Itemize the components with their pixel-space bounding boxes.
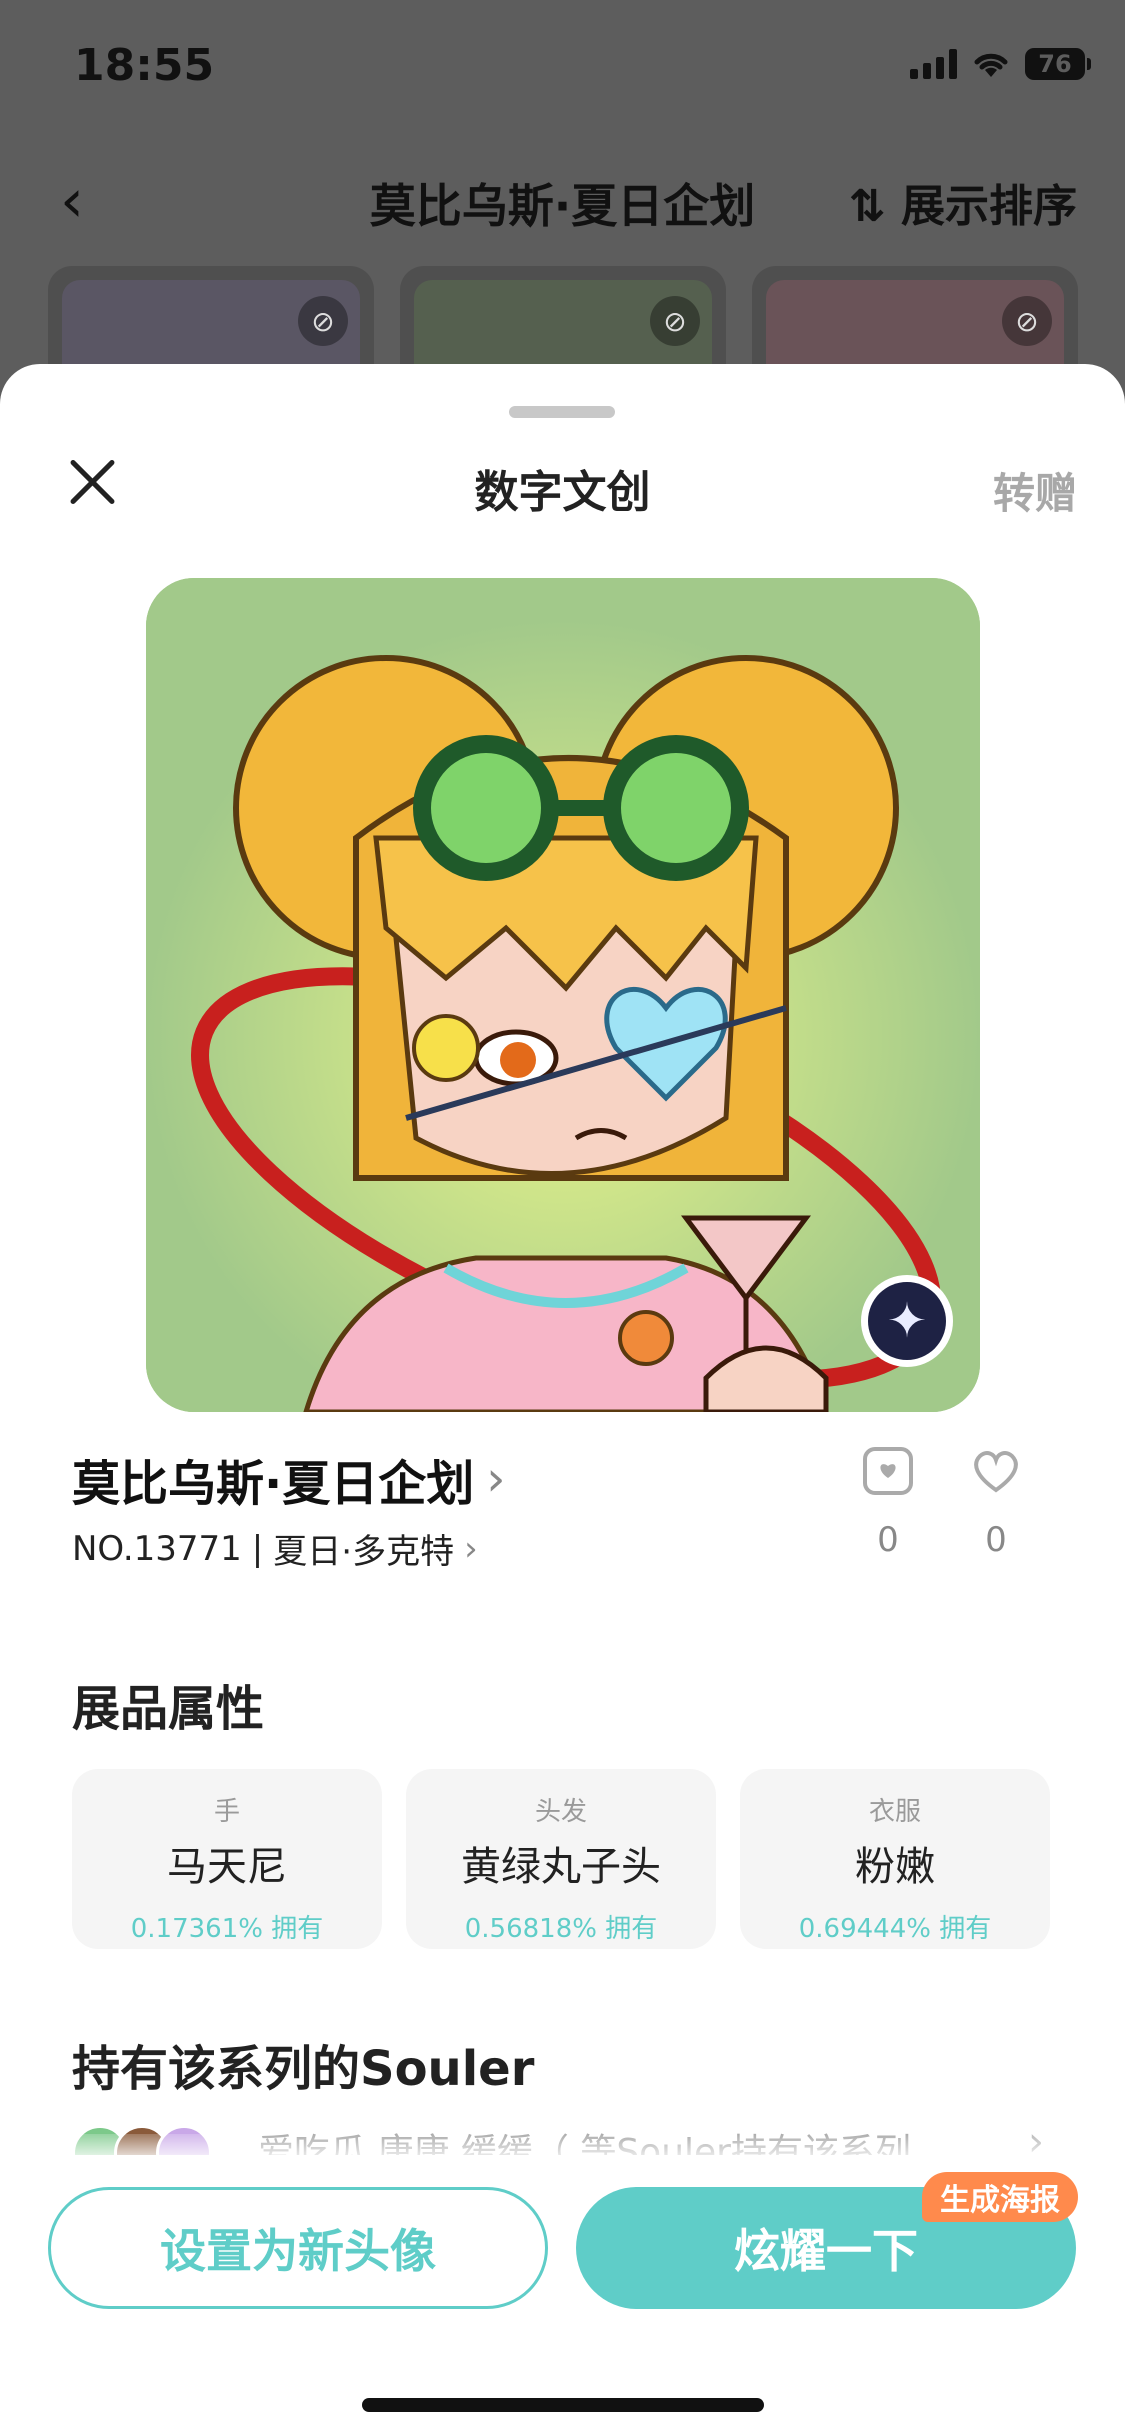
separator: | xyxy=(251,1528,264,1569)
attribute-category: 衣服 xyxy=(868,1797,921,1827)
eye-off-icon[interactable]: ⊘ xyxy=(298,296,348,346)
heart-icon xyxy=(974,1451,1018,1493)
attribute-card[interactable]: 头发 黄绿丸子头 0.56818% 拥有 xyxy=(406,1769,716,1949)
status-bar: 18:55 76 xyxy=(0,0,1125,130)
item-number: NO.13771 xyxy=(72,1528,242,1569)
collect-icon xyxy=(863,1447,913,1495)
artwork-image[interactable]: ✦ xyxy=(146,578,980,1412)
attribute-value: 黄绿丸子头 xyxy=(461,1844,661,1890)
signal-icon xyxy=(910,49,957,79)
attribute-category: 手 xyxy=(213,1797,240,1827)
chevron-right-icon: › xyxy=(464,1528,478,1569)
item-edition-link[interactable]: NO.13771 | 夏日·多克特 › xyxy=(72,1524,478,1573)
scroll-fade xyxy=(0,2134,1125,2164)
like-stat[interactable]: 0 xyxy=(961,1446,1031,1560)
item-name: 莫比乌斯·夏日企划 xyxy=(72,1456,475,1512)
attribute-value: 马天尼 xyxy=(167,1844,287,1890)
item-edition: 夏日·多克特 xyxy=(273,1532,455,1572)
battery-icon: 76 xyxy=(1025,48,1091,80)
sort-button[interactable]: ⇅ 展示排序 xyxy=(849,170,1077,234)
attribute-rarity: 0.17361% 拥有 xyxy=(130,1914,324,1944)
attribute-rarity: 0.69444% 拥有 xyxy=(798,1914,992,1944)
transfer-button[interactable]: 转赠 xyxy=(993,460,1077,521)
eye-off-icon[interactable]: ⊘ xyxy=(1002,296,1052,346)
wifi-icon xyxy=(974,53,1008,77)
collect-stat[interactable]: 0 xyxy=(853,1446,923,1560)
sort-icon: ⇅ xyxy=(848,181,886,232)
collect-count: 0 xyxy=(877,1520,899,1560)
poster-tag[interactable]: 生成海报 xyxy=(922,2172,1078,2222)
status-time: 18:55 xyxy=(74,40,215,91)
detail-sheet: 数字文创 转赠 ✦ 莫比乌斯·夏日企划 › NO.13771 | 夏日·多克特 … xyxy=(0,364,1125,2436)
attribute-value: 粉嫩 xyxy=(855,1844,935,1890)
sheet-title: 数字文创 xyxy=(474,467,651,518)
sort-label: 展示排序 xyxy=(901,181,1077,232)
background-header: ‹ 莫比乌斯·夏日企划 ⇅ 展示排序 xyxy=(0,150,1125,250)
attribute-card[interactable]: 手 马天尼 0.17361% 拥有 xyxy=(72,1769,382,1949)
home-indicator[interactable] xyxy=(362,2398,764,2412)
star-badge-icon[interactable]: ✦ xyxy=(861,1275,953,1367)
item-name-link[interactable]: 莫比乌斯·夏日企划 › xyxy=(72,1444,505,1514)
attribute-list: 手 马天尼 0.17361% 拥有 头发 黄绿丸子头 0.56818% 拥有 衣… xyxy=(72,1769,1050,1949)
sheet-grabber[interactable] xyxy=(509,406,615,418)
attributes-heading: 展品属性 xyxy=(72,1681,265,1737)
set-avatar-button[interactable]: 设置为新头像 xyxy=(48,2187,548,2309)
chevron-right-icon: › xyxy=(486,1451,506,1507)
like-count: 0 xyxy=(985,1520,1007,1560)
attribute-category: 头发 xyxy=(534,1797,587,1827)
eye-off-icon[interactable]: ⊘ xyxy=(650,296,700,346)
holders-heading: 持有该系列的Souler xyxy=(72,2041,535,2097)
attribute-rarity: 0.56818% 拥有 xyxy=(464,1914,658,1944)
status-icons: 76 xyxy=(910,48,1091,80)
attribute-card[interactable]: 衣服 粉嫩 0.69444% 拥有 xyxy=(740,1769,1050,1949)
